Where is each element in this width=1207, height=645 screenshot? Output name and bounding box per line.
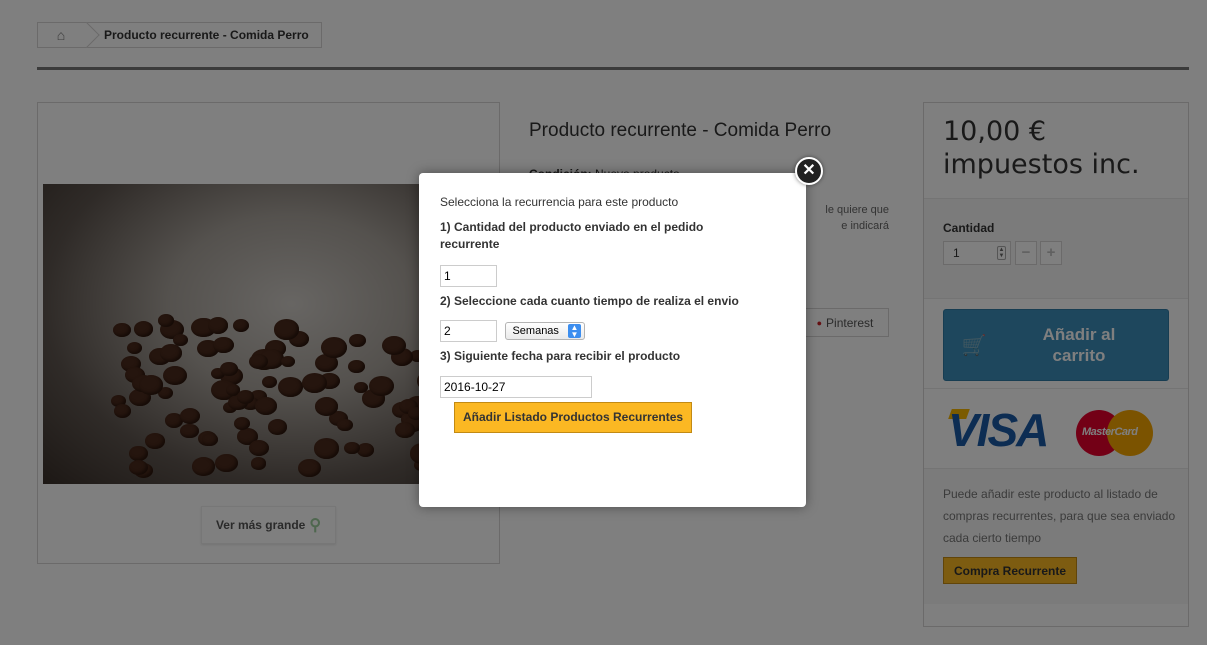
- frequency-unit-select[interactable]: Semanas ▲ ▼: [505, 322, 585, 340]
- quantity-field[interactable]: 1: [440, 265, 497, 287]
- select-arrows-icon: ▲ ▼: [568, 324, 581, 339]
- next-date-field[interactable]: 2016-10-27: [440, 376, 592, 398]
- add-recurrent-list-button[interactable]: Añadir Listado Productos Recurrentes: [454, 402, 693, 433]
- frequency-unit-value: Semanas: [512, 325, 559, 337]
- modal-title: Selecciona la recurrencia para este prod…: [440, 195, 679, 209]
- step3-label: 3) Siguiente fecha para recibir el produ…: [440, 349, 681, 363]
- step1-label: 1) Cantidad del producto enviado en el p…: [440, 220, 704, 251]
- recurrence-modal: Selecciona la recurrencia para este prod…: [419, 173, 806, 507]
- step2-label: 2) Seleccione cada cuanto tiempo de real…: [440, 294, 739, 308]
- close-icon[interactable]: ✕: [795, 157, 823, 185]
- frequency-field[interactable]: 2: [440, 320, 497, 342]
